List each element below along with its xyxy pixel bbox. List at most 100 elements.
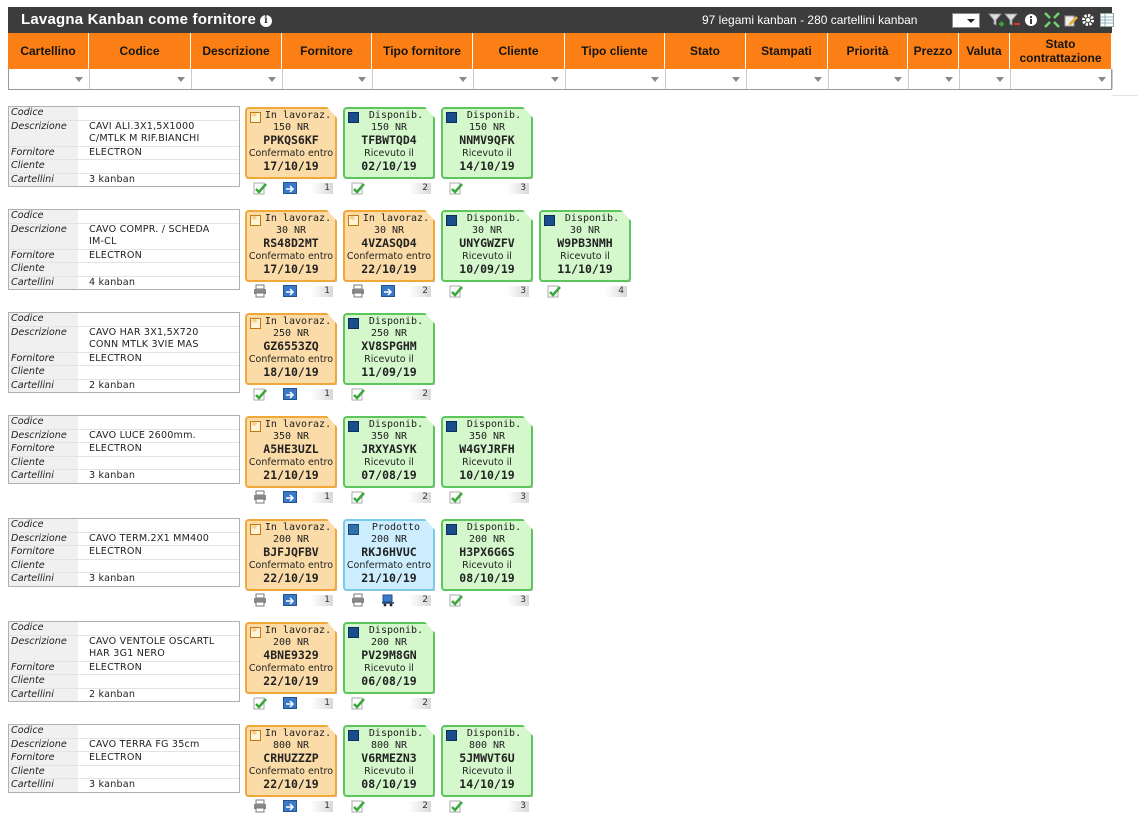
column-header[interactable]: Codice [89, 33, 191, 69]
card-date: 08/10/19 [459, 571, 515, 585]
move-icon[interactable] [283, 387, 297, 401]
print-icon[interactable] [253, 284, 267, 298]
card-status: Disponib. [368, 110, 424, 121]
cart-icon[interactable] [381, 593, 395, 607]
print-icon[interactable] [253, 593, 267, 607]
column-filter[interactable] [909, 69, 960, 89]
card-date-label: Ricevuto il [364, 148, 414, 159]
move-icon[interactable] [283, 284, 297, 298]
print-icon[interactable] [351, 284, 365, 298]
kanban-card[interactable]: Disponib. 30 NR UNYGWZFV Ricevuto il 10/09/1… [441, 210, 533, 282]
check-icon[interactable] [547, 284, 561, 298]
filter-add-icon[interactable] [988, 12, 1004, 28]
edit-icon[interactable] [1064, 12, 1078, 28]
print-icon[interactable] [253, 490, 267, 504]
check-icon[interactable] [351, 799, 365, 813]
check-icon[interactable] [351, 387, 365, 401]
card-code: 4VZASQD4 [361, 236, 417, 250]
column-header[interactable]: Stampati [746, 33, 828, 69]
move-icon[interactable] [283, 490, 297, 504]
check-icon[interactable] [253, 696, 267, 710]
check-icon[interactable] [449, 490, 463, 504]
kanban-card[interactable]: In lavoraz.200 NR4BNE9329Confermato entr… [245, 622, 337, 694]
print-icon[interactable] [351, 593, 365, 607]
kanban-card[interactable]: Disponib. 800 NR 5JMWVT6U Ricevuto il 14/10/… [441, 725, 533, 797]
check-icon[interactable] [351, 490, 365, 504]
kanban-card[interactable]: Disponib. 30 NR W9PB3NMH Ricevuto il 11/10/1… [539, 210, 631, 282]
kanban-card[interactable]: In lavoraz.30 NRRS48D2MTConfermato entro… [245, 210, 337, 282]
column-filter[interactable] [9, 69, 90, 89]
column-header[interactable]: Valuta [959, 33, 1010, 69]
move-icon[interactable] [283, 593, 297, 607]
column-filter[interactable] [373, 69, 474, 89]
column-header[interactable]: Cartellino [8, 33, 89, 69]
kanban-card[interactable]: In lavoraz.800 NRCRHUZZZPConfermato entr… [245, 725, 337, 797]
card-quantity: 150 NR [272, 122, 310, 133]
page-title: Lavagna Kanban come fornitore i [21, 11, 273, 28]
check-icon[interactable] [449, 593, 463, 607]
info-circle-icon[interactable] [1024, 12, 1038, 28]
column-filter[interactable] [747, 69, 829, 89]
check-icon[interactable] [351, 181, 365, 195]
card-index: 2 [409, 595, 431, 606]
kanban-card[interactable]: Disponib. 250 NR XV8SPGHM Ricevuto il 11/09/… [343, 313, 435, 385]
column-header[interactable]: Stato [665, 33, 746, 69]
column-filter[interactable] [192, 69, 283, 89]
move-icon[interactable] [283, 181, 297, 195]
card-quantity: 200 NR [370, 534, 408, 545]
kanban-card[interactable]: Prodotto 200 NR RKJ6HVUC Confermato entro 21… [343, 519, 435, 591]
move-icon[interactable] [381, 284, 395, 298]
check-icon[interactable] [351, 696, 365, 710]
check-icon[interactable] [253, 181, 267, 195]
grid-icon[interactable] [1100, 12, 1114, 28]
column-filter[interactable] [566, 69, 666, 89]
kanban-card[interactable]: In lavoraz.250 NRGZ6553ZQConfermato entr… [245, 313, 337, 385]
column-filter[interactable] [474, 69, 566, 89]
move-icon[interactable] [283, 799, 297, 813]
kanban-card[interactable]: Disponib. 150 NR NNMV9QFK Ricevuto il 14/10/… [441, 107, 533, 179]
move-icon[interactable] [283, 696, 297, 710]
print-icon[interactable] [253, 799, 267, 813]
check-icon[interactable] [253, 387, 267, 401]
kanban-card[interactable]: Disponib. 350 NR W4GYJRFH Ricevuto il 10/10/… [441, 416, 533, 488]
column-filter[interactable] [960, 69, 1011, 89]
card-index: 1 [311, 183, 333, 194]
view-select[interactable] [952, 13, 980, 28]
kanban-card[interactable]: In lavoraz.350 NRA5HE3UZLConfermato entr… [245, 416, 337, 488]
column-filter[interactable] [90, 69, 192, 89]
card-quantity: 350 NR [272, 431, 310, 442]
column-header[interactable]: Tipo fornitore [372, 33, 473, 69]
kanban-card[interactable]: In lavoraz.200 NRBJFJQFBVConfermato entr… [245, 519, 337, 591]
column-filter[interactable] [666, 69, 747, 89]
check-icon[interactable] [449, 799, 463, 813]
card-index: 3 [507, 183, 529, 194]
settings-icon[interactable] [1081, 12, 1095, 28]
kanban-card[interactable]: Disponib. 200 NR H3PX6G6S Ricevuto il 08/10/… [441, 519, 533, 591]
kanban-info-panel: Codice Descrizione CAVO TERRA FG 35cm Forni… [8, 724, 240, 793]
info-icon[interactable]: i [260, 15, 273, 27]
kanban-card[interactable]: In lavoraz.30 NR4VZASQD4Confermato entro… [343, 210, 435, 282]
column-filter[interactable] [283, 69, 373, 89]
check-icon[interactable] [449, 181, 463, 195]
card-status: In lavoraz. [264, 728, 332, 739]
column-header[interactable]: Fornitore [282, 33, 372, 69]
kanban-card[interactable]: Disponib. 150 NR TFBWTQD4 Ricevuto il 02/10/… [343, 107, 435, 179]
kanban-card[interactable]: Disponib. 200 NR PV29M8GN Ricevuto il 06/08/… [343, 622, 435, 694]
column-filter[interactable] [829, 69, 909, 89]
expand-icon[interactable] [1044, 12, 1060, 28]
check-icon[interactable] [449, 284, 463, 298]
column-header[interactable]: Cliente [473, 33, 565, 69]
info-value: ELECTRON [89, 146, 143, 158]
card-date: 22/10/19 [263, 674, 319, 688]
kanban-card[interactable]: Disponib. 350 NR JRXYASYK Ricevuto il 07/08/… [343, 416, 435, 488]
kanban-card[interactable]: Disponib. 800 NR V6RMEZN3 Ricevuto il 08/10/… [343, 725, 435, 797]
column-header[interactable]: Tipo cliente [565, 33, 665, 69]
card-code: A5HE3UZL [263, 442, 319, 456]
column-header[interactable]: Stato contrattazione [1010, 33, 1112, 69]
column-header[interactable]: Prezzo [908, 33, 959, 69]
column-header[interactable]: Descrizione [191, 33, 282, 69]
filter-remove-icon[interactable] [1004, 12, 1020, 28]
kanban-card[interactable]: In lavoraz.150 NRPPKQS6KFConfermato entr… [245, 107, 337, 179]
column-filter[interactable] [1011, 69, 1113, 89]
column-header[interactable]: Priorità [828, 33, 908, 69]
